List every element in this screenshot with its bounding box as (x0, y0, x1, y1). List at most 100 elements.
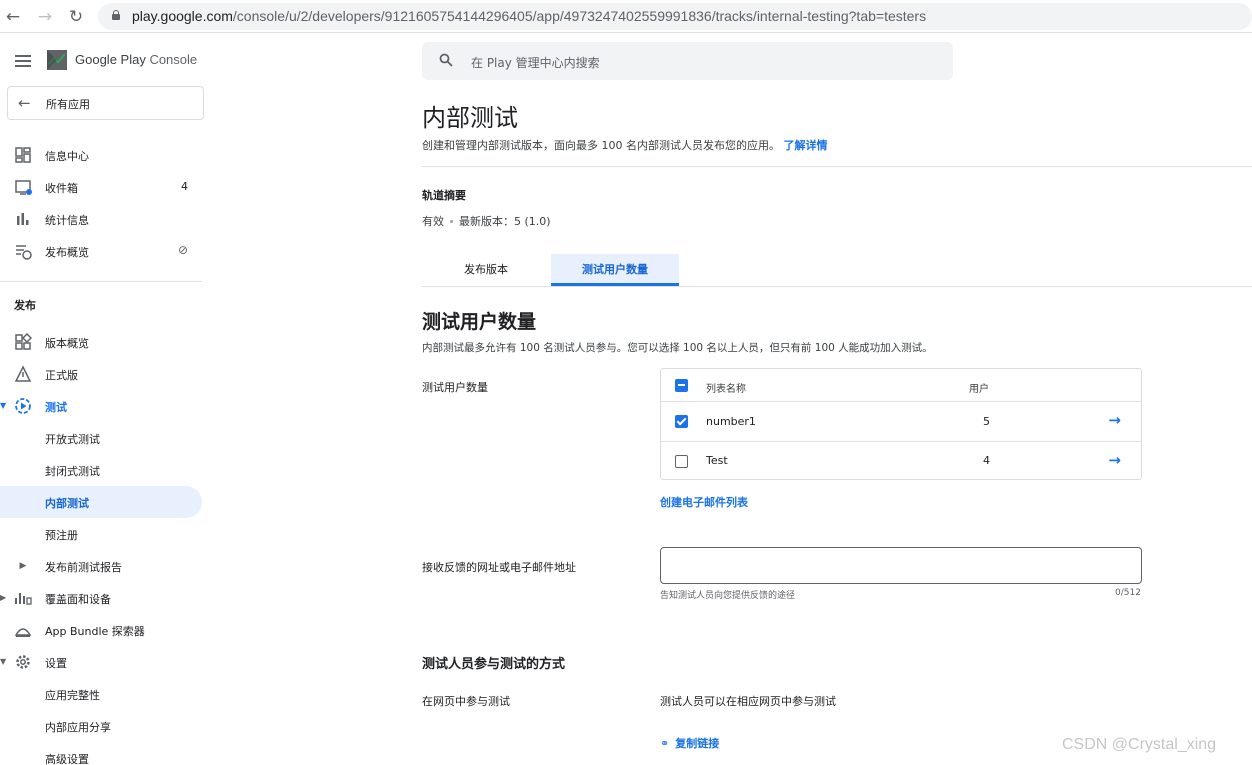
publishing-overview-icon (16, 245, 32, 260)
sidebar-item-internal-app-sharing[interactable]: 内部应用分享 (0, 710, 202, 742)
sidebar-item-label: 测试 (45, 401, 67, 414)
collapsed-caret-icon: ▶ (0, 593, 7, 602)
tab-releases[interactable]: 发布版本 (422, 254, 550, 286)
sidebar-item-closed-testing[interactable]: 封闭式测试 (0, 454, 202, 486)
sidebar-item-app-integrity[interactable]: 应用完整性 (0, 678, 202, 710)
tab-testers[interactable]: 测试用户数量 (551, 254, 679, 286)
app-logo-text: Google Play Console (75, 52, 198, 67)
sidebar-item-label: 发布概览 (45, 246, 89, 259)
testers-row-label: 测试用户数量 (422, 381, 488, 394)
sidebar-item-inbox[interactable]: 收件箱 4 (0, 171, 202, 203)
sidebar-item-pre-registration[interactable]: 预注册 (0, 518, 202, 550)
sidebar-item-releases-overview[interactable]: 版本概览 (0, 326, 202, 358)
watermark: CSDN @Crystal_xing (1062, 736, 1217, 753)
url-text: play.google.com/console/u/2/developers/9… (132, 8, 927, 24)
list-name-cell: Test (706, 454, 728, 467)
address-bar[interactable]: play.google.com/console/u/2/developers/9… (98, 3, 1252, 30)
row-checkbox[interactable] (675, 415, 688, 428)
expanded-caret-icon: ▼ (0, 657, 7, 666)
chevron-right-icon[interactable]: ▶ (14, 557, 32, 575)
arrow-right-icon[interactable]: → (1108, 451, 1121, 469)
back-arrow-icon: ← (18, 94, 31, 112)
tabs-divider (422, 286, 1252, 287)
lock-icon (112, 10, 120, 20)
sidebar-item-label: 信息中心 (45, 150, 89, 163)
sidebar-item-dashboard[interactable]: 信息中心 (0, 139, 202, 171)
inbox-count-badge: 4 (181, 180, 188, 193)
sidebar-item-internal-testing[interactable]: 内部测试 (0, 486, 202, 518)
sidebar-item-label: 正式版 (45, 369, 78, 382)
sidebar-item-label: 收件箱 (45, 182, 78, 195)
sidebar-item-label: 内部应用分享 (45, 721, 111, 734)
browser-toolbar: ← → ↻ play.google.com/console/u/2/develo… (0, 0, 1252, 33)
join-section-title: 测试人员参与测试的方式 (422, 657, 566, 672)
sidebar-section-release: 发布 (14, 299, 36, 312)
search-placeholder: 在 Play 管理中心内搜索 (471, 56, 600, 70)
column-header-users: 用户 (969, 384, 989, 395)
sidebar-item-label: 高级设置 (45, 753, 89, 765)
create-email-list-link[interactable]: 创建电子邮件列表 (660, 494, 748, 510)
menu-icon[interactable] (15, 55, 31, 67)
sidebar-item-production[interactable]: 正式版 (0, 358, 202, 390)
sidebar-item-label: 应用完整性 (45, 689, 100, 702)
copy-link-label: 复制链接 (675, 737, 720, 750)
track-status: 有效 最新版本：5 (1.0) (422, 213, 551, 229)
sidebar-item-label: App Bundle 探索器 (45, 625, 145, 638)
console-search-input[interactable]: 在 Play 管理中心内搜索 (422, 42, 953, 80)
reload-icon[interactable]: ↻ (65, 6, 87, 28)
testers-description: 内部测试最多允许有 100 名测试人员参与。您可以选择 100 名以上人员，但只… (422, 342, 933, 354)
sidebar-item-publishing-overview[interactable]: 发布概览 ⊘ (0, 235, 202, 267)
track-status-label: 有效 (422, 215, 444, 228)
arrow-right-icon[interactable]: → (1108, 411, 1121, 429)
track-summary-heading: 轨道摘要 (422, 189, 466, 202)
learn-more-link[interactable]: 了解详情 (784, 139, 828, 152)
testers-section-title: 测试用户数量 (422, 311, 537, 333)
releases-overview-icon (15, 333, 32, 350)
sidebar-divider (0, 281, 202, 282)
sidebar-item-reach-devices[interactable]: ▶ 覆盖面和设备 (0, 582, 202, 614)
column-header-list-name: 列表名称 (706, 384, 746, 395)
sidebar-item-open-testing[interactable]: 开放式测试 (0, 422, 202, 454)
table-row[interactable]: number1 5 → (661, 401, 1141, 440)
page-title: 内部测试 (422, 104, 518, 132)
select-all-checkbox[interactable] (675, 379, 688, 392)
back-arrow-icon[interactable]: ← (2, 6, 24, 28)
sidebar-item-pre-launch-report[interactable]: ▶ 发布前测试报告 (0, 550, 202, 582)
sidebar-item-statistics[interactable]: 统计信息 (0, 203, 202, 235)
bar-chart-icon (17, 213, 29, 225)
forward-arrow-icon[interactable]: → (34, 6, 56, 28)
copy-link-button[interactable]: ⚭ 复制链接 (660, 735, 719, 751)
table-row[interactable]: Test 4 → (661, 441, 1141, 480)
row-checkbox[interactable] (675, 455, 688, 468)
users-count-cell: 5 (983, 415, 990, 428)
divider (422, 166, 1252, 167)
sidebar-item-label: 封闭式测试 (45, 465, 100, 478)
all-apps-label: 所有应用 (46, 98, 90, 111)
feedback-hint: 告知测试人员向您提供反馈的途径 (660, 591, 796, 601)
users-count-cell: 4 (983, 454, 990, 467)
sidebar-item-label: 内部测试 (45, 497, 89, 510)
sidebar-item-app-bundle-explorer[interactable]: App Bundle 探索器 (0, 614, 202, 646)
sidebar-item-testing[interactable]: ▼ 测试 (0, 390, 202, 422)
tester-lists-table: 列表名称 用户 number1 5 → Test 4 → (660, 368, 1142, 480)
play-console-logo-icon (47, 50, 67, 70)
search-icon (439, 53, 453, 67)
sidebar-item-label: 版本概览 (45, 337, 89, 350)
feedback-label: 接收反馈的网址或电子邮件地址 (422, 561, 576, 574)
sidebar-item-label: 设置 (45, 657, 67, 670)
production-icon (14, 365, 32, 382)
join-web-label: 在网页中参与测试 (422, 695, 510, 708)
all-apps-button[interactable]: ← 所有应用 (7, 86, 204, 120)
feedback-char-counter: 0/512 (1115, 588, 1141, 598)
inbox-icon (15, 180, 32, 195)
sidebar-item-advanced-settings[interactable]: 高级设置 (0, 742, 202, 765)
app-bundle-icon (14, 628, 32, 637)
table-header-row: 列表名称 用户 (661, 369, 1141, 402)
reach-devices-icon (15, 593, 32, 605)
latest-release-label: 最新版本：5 (1.0) (459, 215, 551, 228)
list-name-cell: number1 (706, 415, 756, 428)
sidebar-item-settings[interactable]: ▼ 设置 (0, 646, 202, 678)
feedback-url-input[interactable] (660, 547, 1142, 584)
sidebar-item-label: 预注册 (45, 529, 78, 542)
dashboard-icon (15, 147, 31, 163)
